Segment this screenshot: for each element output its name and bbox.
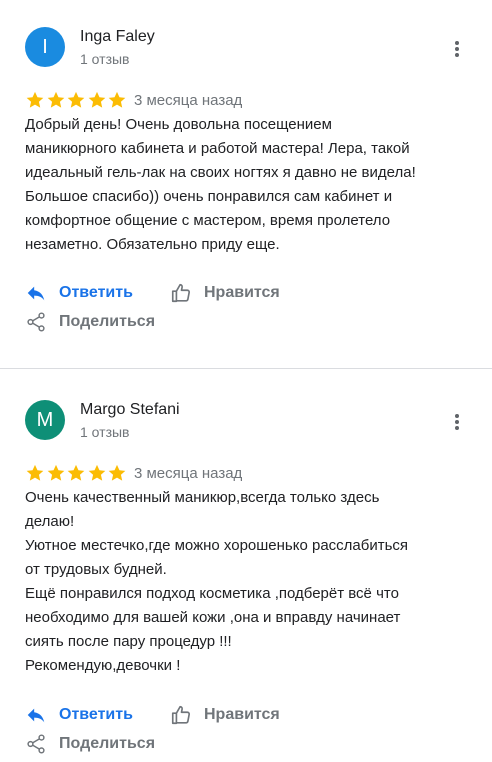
review-text-line: комфортное общение с мастером, время про… — [25, 212, 391, 229]
review-text-line: незаметно. Обязательно приду еще. — [25, 236, 280, 253]
review-text-line: Рекомендую,девочки ! — [25, 657, 181, 674]
star-icon — [67, 464, 85, 481]
star-icon — [88, 91, 106, 108]
like-label: Нравится — [204, 284, 280, 301]
reply-button[interactable]: Ответить — [25, 282, 133, 304]
review-divider — [0, 368, 492, 369]
review-text-line: маникюрного кабинета и работой мастера! … — [25, 140, 410, 157]
star-rating: 3 месяца назад — [25, 462, 242, 484]
review-text-line: Уютное местечко,где можно хорошенько рас… — [25, 537, 409, 554]
star-icon — [26, 464, 44, 481]
reply-label: Ответить — [59, 284, 133, 301]
star-icon — [109, 91, 126, 108]
author-review-count: 1 отзыв — [80, 424, 130, 440]
star-icon — [88, 464, 106, 481]
review-date: 3 месяца назад — [133, 91, 243, 109]
thumbs-up-icon — [171, 705, 191, 725]
star-icon — [67, 91, 85, 108]
reply-button[interactable]: Ответить — [25, 704, 133, 726]
star-icon — [109, 464, 126, 481]
review-text-line: необходимо для вашей кожи ,она и вправду… — [25, 609, 401, 626]
like-button[interactable]: Нравится — [170, 704, 280, 726]
review-card: I Inga Faley 1 отзыв 3 месяца назад Добр… — [0, 0, 492, 368]
more-options-icon[interactable] — [446, 409, 468, 435]
review-text-line: Большое спасибо)) очень понравился сам к… — [25, 188, 393, 205]
author-name[interactable]: Inga Faley — [80, 28, 155, 46]
review-text-line: делаю! — [25, 513, 75, 530]
author-review-count: 1 отзыв — [80, 51, 130, 67]
review-text-line: Ещё понравился подход косметика ,подберё… — [25, 585, 399, 602]
share-icon — [27, 312, 45, 332]
like-button[interactable]: Нравится — [170, 282, 280, 304]
star-icon — [26, 91, 44, 108]
avatar[interactable]: I — [25, 27, 65, 67]
like-label: Нравится — [204, 706, 280, 723]
reply-icon — [27, 708, 45, 723]
review-text-line: сиять после пару процедур !!! — [25, 633, 232, 650]
review-text-line: идеальный гель-лак на своих ногтях я дав… — [25, 164, 416, 181]
review-text: Добрый день! Очень довольна посещением м… — [25, 113, 465, 257]
review-text: Очень качественный маникюр,всегда только… — [25, 486, 465, 678]
share-label: Поделиться — [59, 735, 156, 752]
more-options-icon[interactable] — [446, 36, 468, 62]
share-button[interactable]: Поделиться — [25, 311, 155, 333]
review-date: 3 месяца назад — [133, 464, 243, 482]
star-rating: 3 месяца назад — [25, 89, 242, 111]
review-text-line: Добрый день! Очень довольна посещением — [25, 116, 332, 133]
share-button[interactable]: Поделиться — [25, 733, 155, 755]
thumbs-up-icon — [171, 283, 191, 303]
stars — [25, 463, 128, 483]
review-card: M Margo Stefani 1 отзыв 3 месяца назад О… — [0, 373, 492, 762]
stars — [25, 90, 128, 110]
avatar[interactable]: M — [25, 400, 65, 440]
author-name[interactable]: Margo Stefani — [80, 401, 180, 419]
share-label: Поделиться — [59, 313, 156, 330]
star-icon — [47, 464, 64, 481]
star-icon — [47, 91, 64, 108]
reply-label: Ответить — [59, 706, 133, 723]
share-icon — [27, 734, 45, 754]
review-text-line: Очень качественный маникюр,всегда только… — [25, 489, 380, 506]
review-text-line: от трудовых будней. — [25, 561, 167, 578]
reply-icon — [27, 286, 45, 301]
